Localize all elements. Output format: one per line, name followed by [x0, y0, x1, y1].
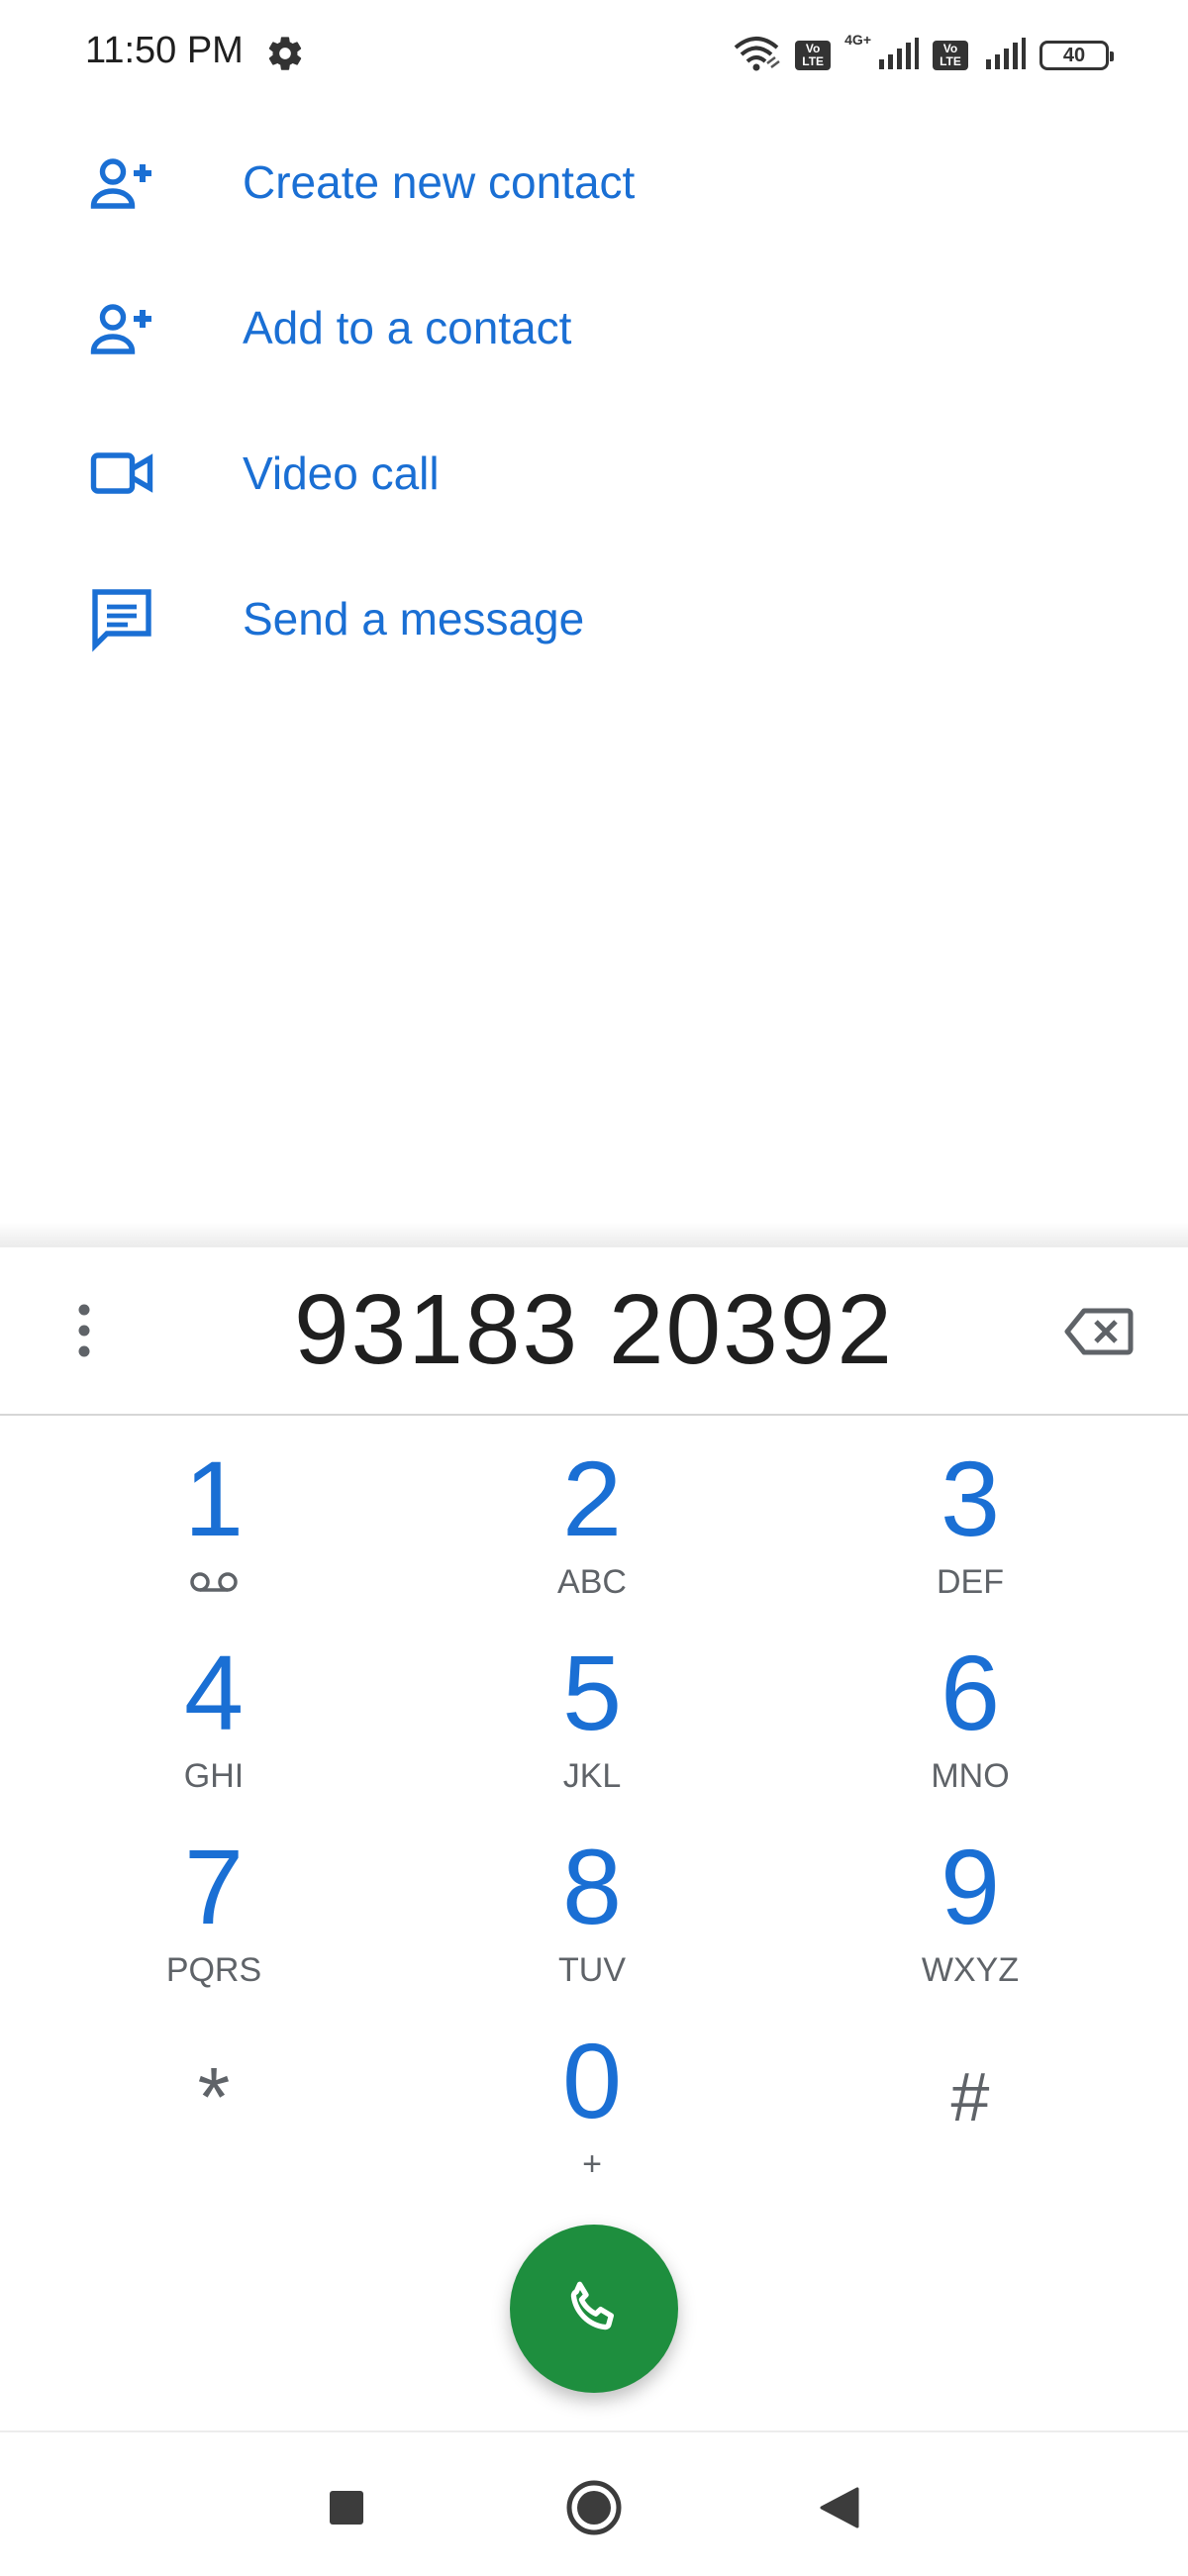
- signal-icon: [875, 37, 919, 74]
- action-label: Send a message: [243, 592, 585, 644]
- status-time: 11:50 PM: [85, 30, 244, 71]
- key-7[interactable]: 7 PQRS: [25, 1833, 403, 2028]
- key-4[interactable]: 4 GHI: [25, 1639, 403, 1833]
- add-person-icon: [83, 144, 160, 221]
- home-circle-icon[interactable]: [564, 2478, 624, 2537]
- action-label: Add to a contact: [243, 301, 572, 353]
- status-bar: 11:50 PM Vo LTE 4G+ Vo LTE 40: [0, 0, 1188, 109]
- key-8[interactable]: 8 TUV: [403, 1833, 781, 2028]
- add-to-contact-item[interactable]: Add to a contact: [0, 254, 1188, 400]
- add-person-icon: [83, 289, 160, 366]
- battery-level: 40: [1062, 44, 1086, 66]
- backspace-icon[interactable]: [1059, 1297, 1138, 1366]
- voicemail-icon: [189, 1562, 239, 1602]
- call-button[interactable]: [510, 2225, 678, 2393]
- back-triangle-icon[interactable]: [810, 2478, 869, 2537]
- message-icon: [83, 580, 160, 657]
- battery-icon: 40: [1040, 41, 1114, 70]
- action-list: Create new contact Add to a contact Vide…: [0, 109, 1188, 691]
- keypad: 1 2 ABC 3 DEF 4 GHI 5 JKL 6 MNO 7 PQRS 8…: [0, 1445, 1188, 2222]
- action-label: Create new contact: [243, 155, 636, 208]
- sheet-shadow: [0, 1222, 1188, 1247]
- key-2[interactable]: 2 ABC: [403, 1445, 781, 1639]
- key-1[interactable]: 1: [25, 1445, 403, 1639]
- navigation-bar: [0, 2430, 1188, 2576]
- recents-square-icon[interactable]: [317, 2478, 376, 2537]
- video-icon: [83, 435, 160, 512]
- key-star[interactable]: *: [25, 2028, 403, 2222]
- dialpad: 93183 20392 1 2 ABC 3 DEF 4 GHI 5 JKL 6 …: [0, 1247, 1188, 2430]
- send-message-item[interactable]: Send a message: [0, 545, 1188, 691]
- create-new-contact-item[interactable]: Create new contact: [0, 109, 1188, 254]
- key-hash[interactable]: #: [781, 2028, 1159, 2222]
- key-6[interactable]: 6 MNO: [781, 1639, 1159, 1833]
- number-row: 93183 20392: [0, 1247, 1188, 1416]
- network-type: 4G+: [844, 32, 871, 48]
- volte-icon: Vo LTE: [933, 41, 968, 70]
- key-9[interactable]: 9 WXYZ: [781, 1833, 1159, 2028]
- key-0[interactable]: 0 +: [403, 2028, 781, 2222]
- wifi-icon: [732, 36, 781, 76]
- video-call-item[interactable]: Video call: [0, 400, 1188, 545]
- dialed-number[interactable]: 93183 20392: [148, 1273, 1040, 1387]
- action-label: Video call: [243, 446, 440, 499]
- status-icons: Vo LTE 4G+ Vo LTE 40: [732, 32, 1114, 77]
- gear-icon: [265, 34, 305, 73]
- key-3[interactable]: 3 DEF: [781, 1445, 1159, 1639]
- more-options-icon[interactable]: [59, 1291, 109, 1370]
- phone-icon: [562, 2275, 626, 2343]
- volte-icon: Vo LTE: [795, 41, 832, 70]
- key-5[interactable]: 5 JKL: [403, 1639, 781, 1833]
- signal-icon: [982, 37, 1026, 74]
